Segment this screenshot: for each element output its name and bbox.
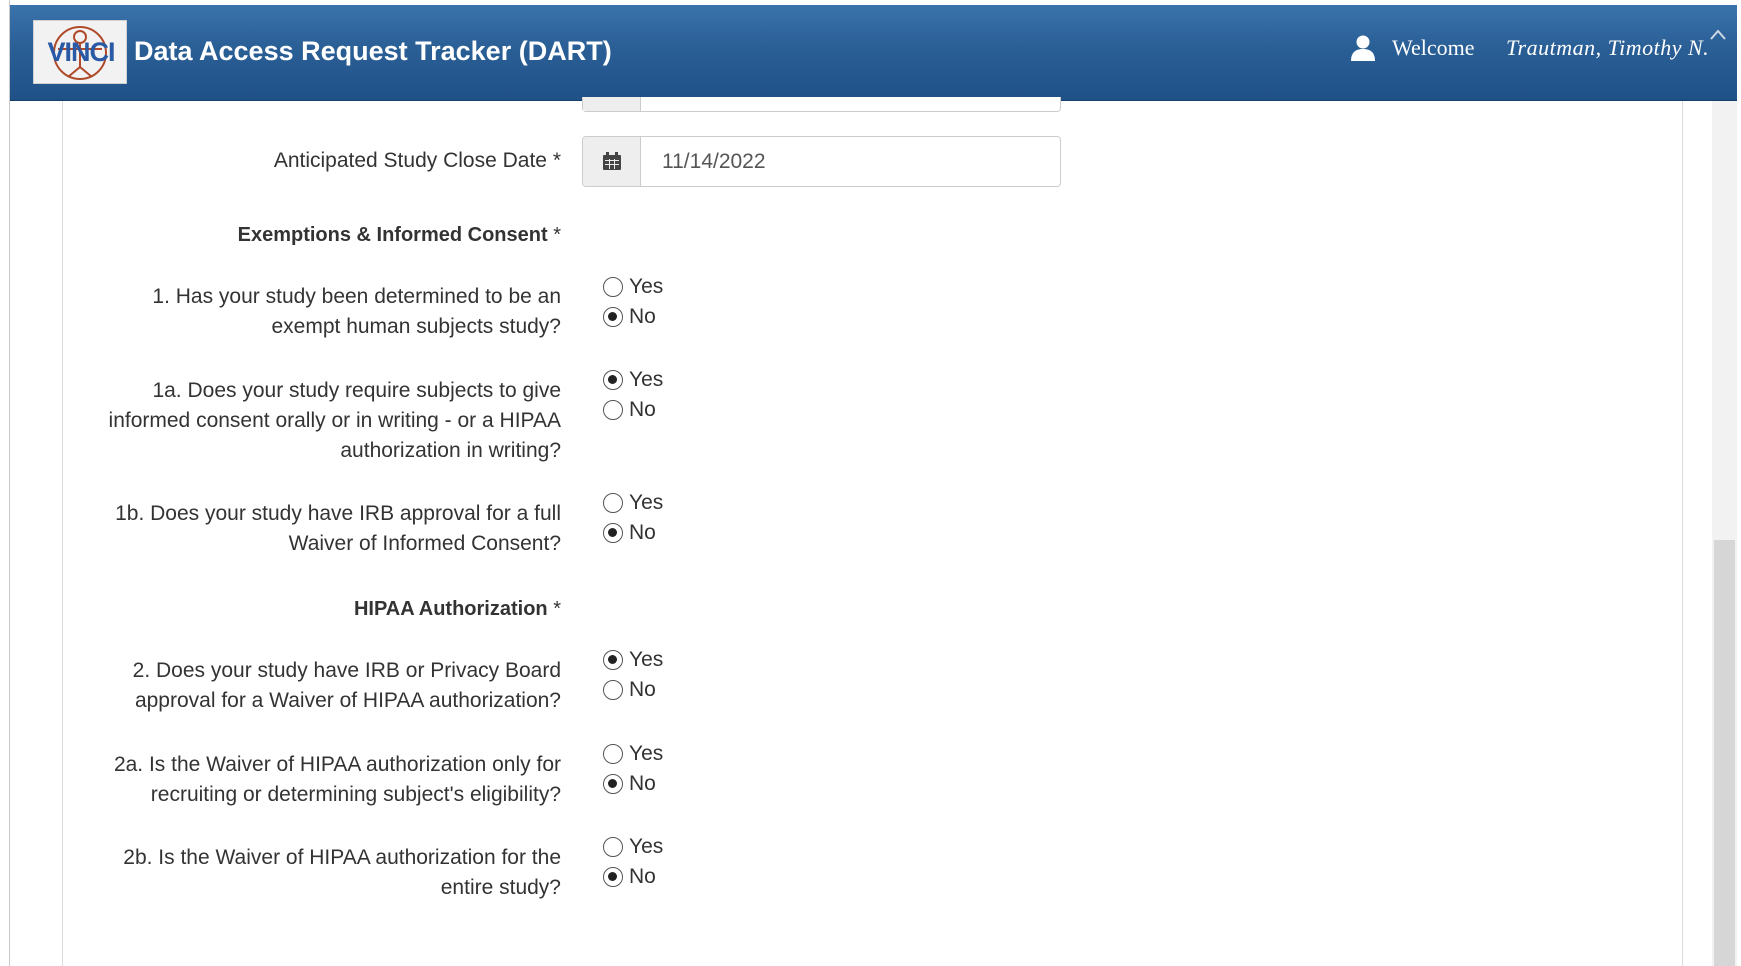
welcome-text: Welcome <box>1392 35 1475 60</box>
section-hipaa-heading: HIPAA Authorization * <box>354 598 561 621</box>
radio-label: No <box>629 398 656 421</box>
close-date-label-text: Anticipated Study Close Date <box>273 149 547 172</box>
radio-button[interactable] <box>603 774 623 794</box>
question-line: Waiver of Informed Consent? <box>288 532 561 555</box>
question-2a-label: 2a. Is the Waiver of HIPAA authorization… <box>114 750 561 810</box>
radio-button[interactable] <box>603 744 623 764</box>
required-marker: * <box>553 598 561 620</box>
panel-border-right <box>1682 101 1683 966</box>
user-name: Trautman, Timothy N. <box>1506 35 1710 60</box>
radio-label: Yes <box>629 742 664 765</box>
question-line: 2a. Is the Waiver of HIPAA authorization… <box>113 753 561 776</box>
radio-button[interactable] <box>603 493 623 513</box>
question-line: authorization in writing? <box>340 439 561 462</box>
user-icon <box>1351 35 1375 61</box>
radio-button[interactable] <box>603 837 623 857</box>
question-1a-label: 1a. Does your study require subjects to … <box>109 376 561 466</box>
question-1-label: 1. Has your study been determined to be … <box>152 282 561 342</box>
section-exemptions-title: Exemptions & Informed Consent <box>237 224 548 246</box>
app-title: Data Access Request Tracker (DART) <box>134 36 612 66</box>
question-line: 2b. Is the Waiver of HIPAA authorization… <box>123 846 561 869</box>
radio-label: No <box>629 678 656 701</box>
required-marker: * <box>553 224 561 246</box>
question-2-label: 2. Does your study have IRB or Privacy B… <box>133 656 561 716</box>
radio-label: Yes <box>629 275 664 298</box>
previous-date-field[interactable] <box>582 97 1061 112</box>
window-frame-right <box>1737 0 1741 966</box>
required-marker: * <box>552 149 561 172</box>
close-date-field[interactable] <box>582 136 1061 187</box>
radio-button[interactable] <box>603 680 623 700</box>
radio-button[interactable] <box>603 370 623 390</box>
question-line: approval for a Waiver of HIPAA authoriza… <box>134 689 561 712</box>
radio-label: Yes <box>629 491 664 514</box>
question-1b-label: 1b. Does your study have IRB approval fo… <box>115 499 561 559</box>
app-header: VINCI Data Access Request Tracker (DART)… <box>10 5 1737 101</box>
question-line: informed consent orally or in writing - … <box>108 409 561 432</box>
question-line: exempt human subjects study? <box>271 315 562 338</box>
radio-button[interactable] <box>603 867 623 887</box>
close-date-input[interactable] <box>642 137 1060 186</box>
calendar-icon <box>603 152 621 170</box>
question-line: recruiting or determining subject's elig… <box>150 783 561 806</box>
radio-label: No <box>629 865 656 888</box>
question-line: 1b. Does your study have IRB approval fo… <box>115 502 561 525</box>
section-exemptions-heading: Exemptions & Informed Consent * <box>238 224 561 247</box>
radio-label: No <box>629 521 656 544</box>
question-line: entire study? <box>440 876 561 899</box>
question-line: 1. Has your study been determined to be … <box>152 285 561 308</box>
radio-label: Yes <box>629 835 664 858</box>
question-2b-label: 2b. Is the Waiver of HIPAA authorization… <box>123 843 561 903</box>
radio-button[interactable] <box>603 523 623 543</box>
radio-label: Yes <box>629 648 664 671</box>
vinci-logo-icon[interactable]: VINCI <box>33 20 127 84</box>
close-date-label: Anticipated Study Close Date * <box>274 146 561 176</box>
panel-border-left <box>62 101 63 966</box>
radio-button[interactable] <box>603 307 623 327</box>
section-hipaa-title: HIPAA Authorization <box>353 598 548 620</box>
question-line: 2. Does your study have IRB or Privacy B… <box>132 659 561 682</box>
radio-button[interactable] <box>603 277 623 297</box>
radio-button[interactable] <box>603 650 623 670</box>
radio-label: No <box>629 305 656 328</box>
chevron-up-icon[interactable] <box>1709 26 1727 44</box>
scrollbar-thumb[interactable] <box>1714 540 1735 966</box>
question-line: 1a. Does your study require subjects to … <box>152 379 561 402</box>
logo-text: VINCI <box>47 37 115 67</box>
radio-button[interactable] <box>603 400 623 420</box>
window-frame-left <box>0 0 10 966</box>
radio-label: No <box>629 772 656 795</box>
radio-label: Yes <box>629 368 664 391</box>
calendar-button[interactable] <box>583 137 641 186</box>
previous-date-addon <box>583 97 641 111</box>
